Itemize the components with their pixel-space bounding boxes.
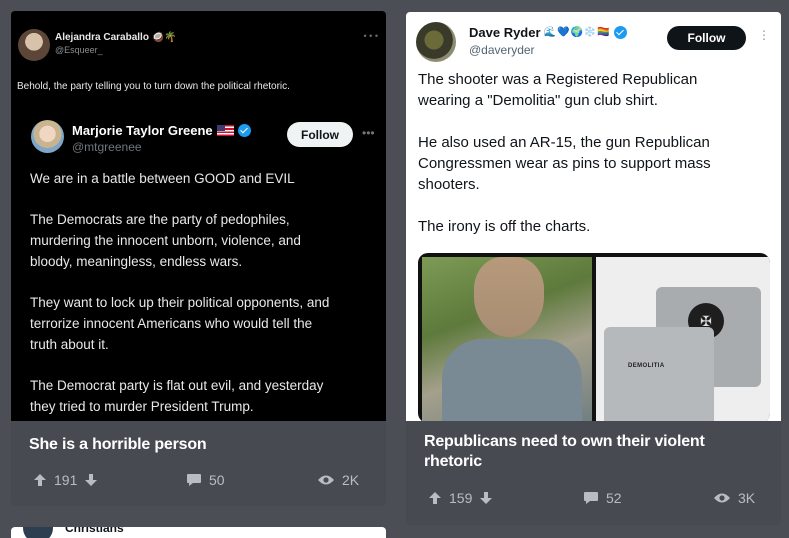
views-group: 3K (713, 490, 755, 506)
tweet-author-handle: @daveryder (469, 43, 535, 57)
post-card-1[interactable]: Alejandra Caraballo 🥥🌴 @Esqueer_ • • • B… (11, 11, 386, 506)
arrow-up-icon[interactable] (33, 473, 47, 487)
post-image-2[interactable]: Dave Ryder 🌊💙🌍❄️🏳️‍🌈 @daveryder Follow ⋮… (406, 12, 781, 421)
tweet-media: ✠ DEMOLITIA (418, 253, 770, 421)
shirt-front (604, 327, 714, 421)
partial-text: Christians (65, 527, 124, 535)
view-count: 3K (738, 490, 756, 506)
tweet-author-name: Dave Ryder 🌊💙🌍❄️🏳️‍🌈 (469, 25, 627, 40)
comment-count: 50 (209, 472, 225, 488)
shirt-text: DEMOLITIA (628, 363, 665, 369)
arrow-down-icon[interactable] (479, 491, 493, 505)
author-name-text: Alejandra Caraballo (55, 32, 149, 43)
avatar (23, 527, 53, 538)
follow-button: Follow (287, 122, 353, 147)
more-icon: ⋮ (758, 28, 770, 42)
quoted-author-handle: @mtgreenee (72, 140, 142, 154)
post-card-3[interactable]: Christians (11, 527, 386, 538)
upvote-count: 159 (449, 490, 473, 506)
quoted-tweet-body: We are in a battle between GOOD and EVIL… (30, 168, 380, 421)
post-stats: 191 50 2K (11, 472, 386, 492)
vote-group: 159 (428, 490, 493, 506)
arrow-up-icon[interactable] (428, 491, 442, 505)
verified-icon (613, 26, 627, 39)
photo-body (442, 339, 582, 421)
tweet-paragraph: The shooter was a Registered Republican … (418, 71, 698, 109)
quoted-paragraph: The Democrat party is flat out evil, and… (30, 378, 324, 414)
post-title[interactable]: She is a horrible person (29, 435, 207, 455)
flag-icon (216, 125, 234, 136)
author-emoji: 🌊💙🌍❄️🏳️‍🌈 (543, 27, 611, 38)
upvote-count: 191 (54, 472, 78, 488)
views-group: 2K (317, 472, 359, 488)
tweet-body: The shooter was a Registered Republican … (418, 69, 773, 258)
quoted-paragraph: The Democrats are the party of pedophile… (30, 212, 301, 269)
more-icon: ••• (362, 126, 375, 140)
tweet-author-name: Alejandra Caraballo 🥥🌴 (55, 32, 177, 43)
author-name-text: Dave Ryder (469, 25, 541, 40)
post-image-1[interactable]: Alejandra Caraballo 🥥🌴 @Esqueer_ • • • B… (11, 11, 386, 421)
eye-icon (318, 475, 334, 485)
follow-button: Follow (667, 26, 746, 50)
photo-face (474, 257, 544, 337)
comment-count: 52 (606, 490, 622, 506)
post-stats: 159 52 3K (406, 490, 781, 510)
tweet-text: Behold, the party telling you to turn do… (17, 81, 290, 92)
post-card-2[interactable]: Dave Ryder 🌊💙🌍❄️🏳️‍🌈 @daveryder Follow ⋮… (406, 12, 781, 525)
quoted-avatar (31, 120, 64, 153)
quoted-author-name: Marjorie Taylor Greene (72, 123, 251, 138)
quoted-paragraph: They want to lock up their political opp… (30, 295, 330, 352)
view-count: 2K (342, 472, 360, 488)
comments-group[interactable]: 50 (186, 472, 225, 488)
comments-group[interactable]: 52 (583, 490, 622, 506)
tweet-paragraph: He also used an AR-15, the gun Republica… (418, 134, 711, 193)
eye-icon (714, 493, 730, 503)
avatar (18, 29, 50, 61)
vote-group: 191 (33, 472, 98, 488)
author-emoji: 🥥🌴 (151, 32, 177, 43)
comment-icon (584, 492, 598, 504)
photo-person (422, 257, 592, 421)
quoted-paragraph: We are in a battle between GOOD and EVIL (30, 171, 295, 186)
tweet-paragraph: The irony is off the charts. (418, 218, 591, 235)
quoted-author-name-text: Marjorie Taylor Greene (72, 123, 213, 138)
post-title[interactable]: Republicans need to own their violent rh… (424, 432, 754, 472)
photo-shirts: ✠ DEMOLITIA (596, 257, 770, 421)
more-icon: • • • (363, 31, 378, 41)
verified-icon (237, 124, 251, 137)
tweet-author-handle: @Esqueer_ (55, 45, 103, 55)
comment-icon (187, 474, 201, 486)
arrow-down-icon[interactable] (84, 473, 98, 487)
avatar (416, 22, 456, 62)
